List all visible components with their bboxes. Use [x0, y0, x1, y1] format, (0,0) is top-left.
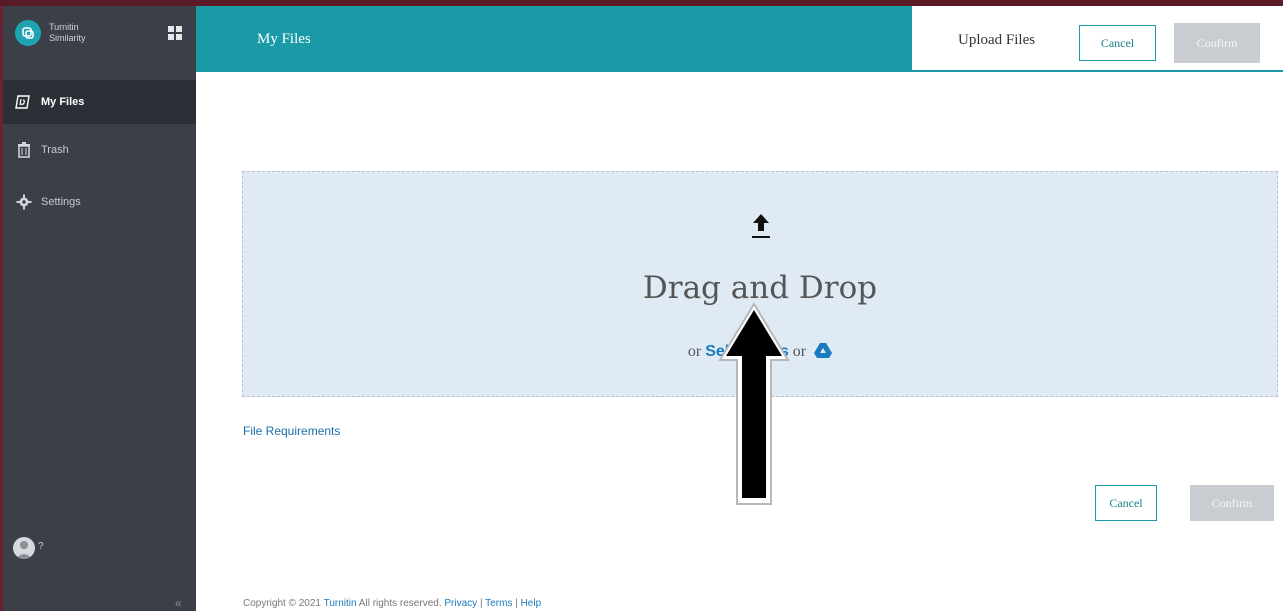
google-drive-icon[interactable]: [814, 342, 833, 358]
annotation-arrow-icon: [718, 302, 790, 505]
help-link[interactable]: Help: [521, 598, 542, 609]
or-text: or: [687, 343, 702, 360]
page-title: My Files: [257, 31, 311, 47]
collapse-sidebar-icon[interactable]: «: [175, 596, 182, 610]
user-avatar-icon[interactable]: [13, 537, 35, 559]
brand-name: Turnitin Similarity: [49, 22, 86, 44]
file-requirements-link[interactable]: File Requirements: [243, 424, 340, 438]
gear-icon: [15, 193, 33, 211]
sidebar-item-my-files[interactable]: My Files: [3, 80, 196, 124]
header-bar: My Files: [196, 6, 912, 72]
header-confirm-button[interactable]: Confirm: [1174, 23, 1260, 63]
turnitin-logo-icon: [15, 20, 41, 46]
cancel-button[interactable]: Cancel: [1095, 485, 1157, 521]
sidebar: Turnitin Similarity My Files Trash Setti…: [0, 6, 196, 611]
trash-icon: [15, 141, 33, 159]
brand-line-2: Similarity: [49, 33, 86, 43]
sidebar-item-trash[interactable]: Trash: [3, 124, 196, 176]
upload-icon: [752, 214, 770, 238]
copyright-text: Copyright © 2021: [243, 598, 321, 609]
upload-files-title: Upload Files: [958, 32, 1036, 48]
sidebar-item-label: Settings: [41, 196, 81, 208]
header-cancel-button[interactable]: Cancel: [1079, 25, 1156, 61]
turnitin-link[interactable]: Turnitin: [324, 598, 357, 609]
privacy-link[interactable]: Privacy: [444, 598, 477, 609]
brand[interactable]: Turnitin Similarity: [3, 6, 196, 80]
apps-grid-icon[interactable]: [168, 26, 182, 40]
or-text: or: [792, 343, 807, 360]
rights-text: All rights reserved.: [358, 598, 442, 609]
upload-files-bar: Upload Files Cancel Confirm: [912, 6, 1283, 72]
user-help-badge[interactable]: ?: [38, 541, 44, 552]
terms-link[interactable]: Terms: [485, 598, 512, 609]
footer: Copyright © 2021 Turnitin All rights res…: [243, 598, 542, 609]
brand-line-1: Turnitin: [49, 22, 79, 32]
sidebar-item-label: Trash: [41, 144, 69, 156]
sidebar-item-settings[interactable]: Settings: [3, 176, 196, 228]
sidebar-item-label: My Files: [41, 96, 85, 108]
drag-and-drop-title: Drag and Drop: [642, 270, 878, 306]
my-files-icon: [15, 93, 33, 111]
confirm-button[interactable]: Confirm: [1190, 485, 1274, 521]
